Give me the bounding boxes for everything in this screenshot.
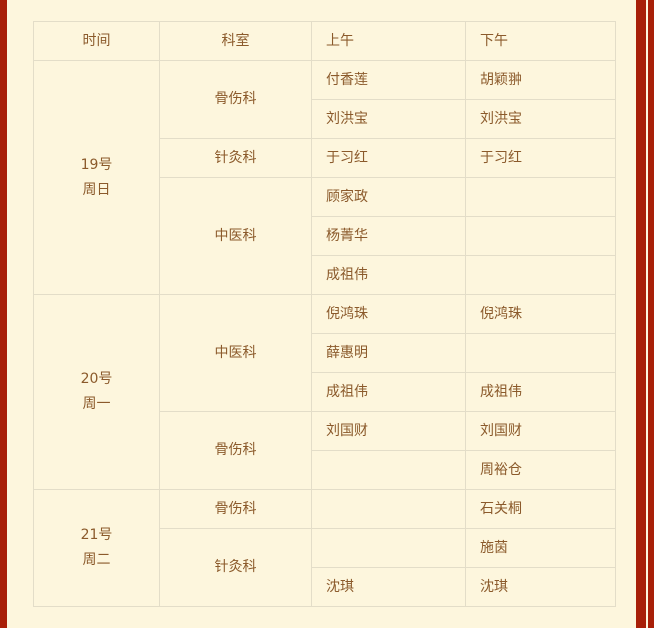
- afternoon-doctor-cell: 于习红: [465, 138, 616, 178]
- morning-doctor-cell: [311, 528, 466, 568]
- morning-doctor-cell: 付香莲: [311, 60, 466, 100]
- decorative-border-right-inner: [636, 0, 646, 628]
- table-header-row: 时间 科室 上午 下午: [33, 21, 616, 61]
- morning-doctor-cell: 杨菁华: [311, 216, 466, 256]
- decorative-border-right-outer: [648, 0, 654, 628]
- morning-doctor-cell: 成祖伟: [311, 372, 466, 412]
- morning-doctor-cell: 薛惠明: [311, 333, 466, 373]
- department-cell: 骨伤科: [159, 489, 312, 529]
- morning-doctor-cell: 于习红: [311, 138, 466, 178]
- department-cell: 骨伤科: [159, 60, 312, 139]
- day-weekday: 周二: [82, 552, 111, 568]
- afternoon-doctor-cell: 施茵: [465, 528, 616, 568]
- department-cell: 针灸科: [159, 528, 312, 607]
- department-cell: 骨伤科: [159, 411, 312, 490]
- table-row: 20号 周一 中医科 倪鸿珠 倪鸿珠: [33, 294, 616, 490]
- header-department: 科室: [159, 21, 312, 61]
- schedule-table-wrapper: 时间 科室 上午 下午 19号 周日 骨伤科 付香莲 胡颖翀 刘洪宝 刘洪宝 针灸科 于习红 于习红 中医科…: [33, 21, 616, 607]
- header-afternoon: 下午: [465, 21, 616, 61]
- morning-doctor-cell: 刘洪宝: [311, 99, 466, 139]
- afternoon-doctor-cell: 成祖伟: [465, 372, 616, 412]
- day-cell: 19号周日: [33, 60, 160, 295]
- afternoon-doctor-cell: 沈琪: [465, 567, 616, 607]
- header-time: 时间: [33, 21, 160, 61]
- schedule-table: 时间 科室 上午 下午 19号 周日 骨伤科 付香莲 胡颖翀 刘洪宝 刘洪宝 针灸科 于习红 于习红 中医科…: [33, 21, 616, 607]
- afternoon-doctor-cell: 石关桐: [465, 489, 616, 529]
- afternoon-doctor-cell: 周裕仓: [465, 450, 616, 490]
- morning-doctor-cell: 成祖伟: [311, 255, 466, 295]
- afternoon-doctor-cell: [465, 255, 616, 295]
- morning-doctor-cell: 顾家政: [311, 177, 466, 217]
- header-morning: 上午: [311, 21, 466, 61]
- schedule-page: 时间 科室 上午 下午 19号 周日 骨伤科 付香莲 胡颖翀 刘洪宝 刘洪宝 针灸科 于习红 于习红 中医科…: [0, 0, 654, 628]
- department-cell: 中医科: [159, 177, 312, 295]
- table-row: 19号 周日 骨伤科 付香莲 胡颖翀: [33, 60, 616, 295]
- afternoon-doctor-cell: [465, 177, 616, 217]
- decorative-border-left: [2, 0, 7, 628]
- day-cell: 21号周二: [33, 489, 160, 607]
- morning-doctor-cell: 沈琪: [311, 567, 466, 607]
- day-number: 19号: [80, 156, 113, 173]
- afternoon-doctor-cell: 刘洪宝: [465, 99, 616, 139]
- afternoon-doctor-cell: 胡颖翀: [465, 60, 616, 100]
- afternoon-doctor-cell: 倪鸿珠: [465, 294, 616, 334]
- day-number: 21号: [80, 527, 113, 543]
- table-row: 21号 周二 骨伤科 石关桐: [33, 489, 616, 607]
- day-weekday: 周一: [82, 396, 111, 412]
- afternoon-doctor-cell: [465, 333, 616, 373]
- day-number: 20号: [80, 371, 113, 387]
- morning-doctor-cell: [311, 450, 466, 490]
- day-cell: 20号周一: [33, 294, 160, 490]
- morning-doctor-cell: 刘国财: [311, 411, 466, 451]
- morning-doctor-cell: 倪鸿珠: [311, 294, 466, 334]
- afternoon-doctor-cell: [465, 216, 616, 256]
- department-cell: 针灸科: [159, 138, 312, 178]
- afternoon-doctor-cell: 刘国财: [465, 411, 616, 451]
- day-weekday: 周日: [82, 181, 111, 198]
- morning-doctor-cell: [311, 489, 466, 529]
- department-cell: 中医科: [159, 294, 312, 412]
